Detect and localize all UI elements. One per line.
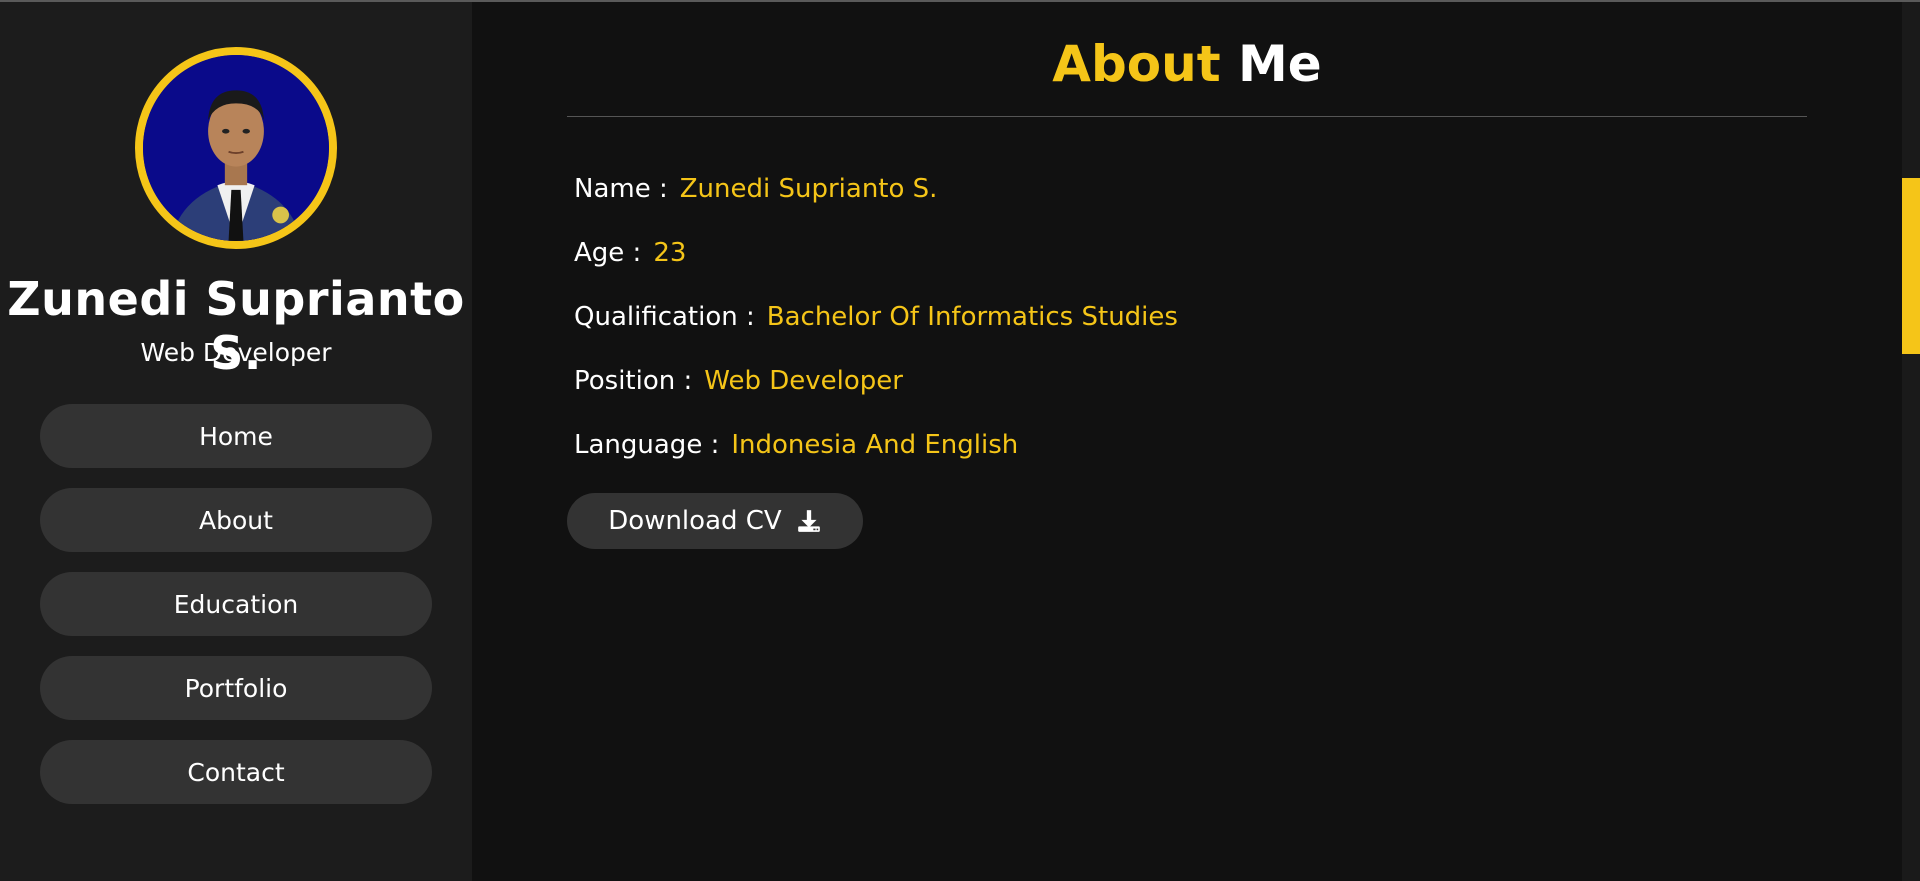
nav-about-button[interactable]: About	[40, 488, 432, 552]
info-value: Zunedi Suprianto S.	[679, 174, 938, 204]
nav-education-button[interactable]: Education	[40, 572, 432, 636]
info-row-position: Position : Web Developer	[574, 366, 903, 396]
info-value: Web Developer	[704, 366, 903, 396]
title-divider	[567, 116, 1807, 117]
info-row-age: Age : 23	[574, 238, 686, 268]
avatar	[135, 47, 337, 249]
info-label: Age :	[574, 238, 642, 268]
info-row-qualification: Qualification : Bachelor Of Informatics S…	[574, 302, 1178, 332]
page-title-accent: About	[1052, 35, 1221, 93]
download-icon	[797, 510, 820, 532]
download-cv-label: Download CV	[608, 506, 782, 536]
info-row-language: Language : Indonesia And English	[574, 430, 1018, 460]
main-content: About Me Name : Zunedi Suprianto S. Age :…	[472, 2, 1902, 881]
info-value: Indonesia And English	[731, 430, 1019, 460]
profile-photo	[143, 55, 329, 241]
scrollbar-track[interactable]	[1902, 2, 1920, 881]
info-label: Position :	[574, 366, 693, 396]
info-label: Name :	[574, 174, 668, 204]
sidebar: Zunedi Suprianto S. Web Developer Home A…	[0, 2, 472, 881]
page-title: About Me	[472, 35, 1902, 93]
page-title-rest: Me	[1238, 35, 1322, 93]
nav-contact-button[interactable]: Contact	[40, 740, 432, 804]
info-value: 23	[653, 238, 687, 268]
info-label: Language :	[574, 430, 720, 460]
nav-portfolio-button[interactable]: Portfolio	[40, 656, 432, 720]
info-label: Qualification :	[574, 302, 755, 332]
info-value: Bachelor Of Informatics Studies	[766, 302, 1178, 332]
info-row-name: Name : Zunedi Suprianto S.	[574, 174, 937, 204]
nav-home-button[interactable]: Home	[40, 404, 432, 468]
profile-role: Web Developer	[140, 338, 332, 367]
download-cv-button[interactable]: Download CV	[567, 493, 863, 549]
scrollbar-thumb[interactable]	[1902, 178, 1920, 354]
